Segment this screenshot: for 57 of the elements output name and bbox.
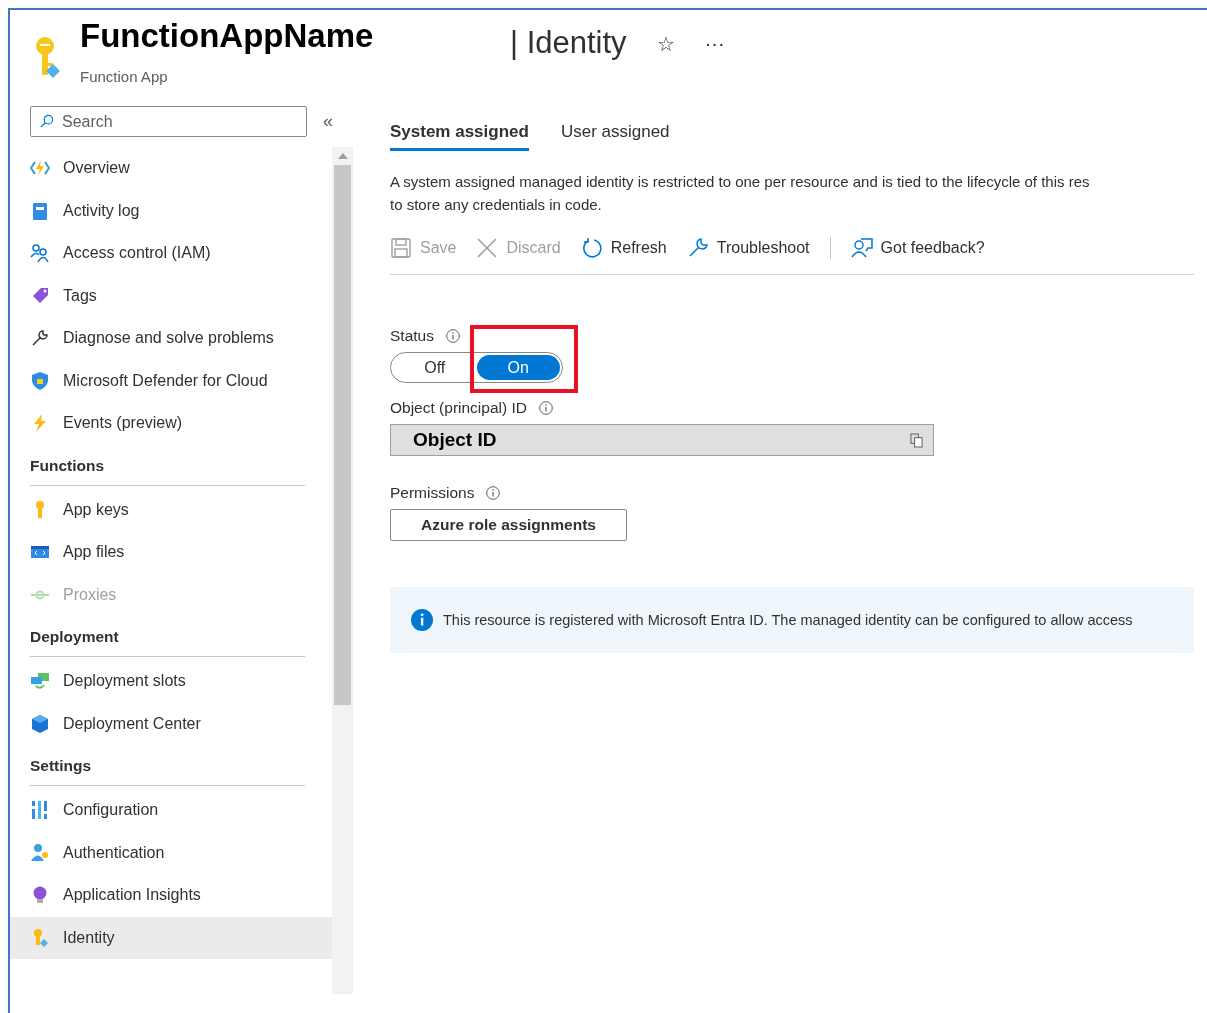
nav-item[interactable]: Events (preview) bbox=[10, 402, 332, 445]
slots-icon bbox=[30, 671, 50, 692]
nav-item[interactable]: Activity log bbox=[10, 189, 332, 232]
tab[interactable]: User assigned bbox=[560, 108, 670, 151]
info-icon bbox=[486, 486, 501, 500]
nav-item[interactable]: Diagnose and solve problems bbox=[10, 317, 332, 360]
search-field[interactable]: Search bbox=[30, 106, 307, 137]
nav-item[interactable]: App keys bbox=[10, 488, 332, 531]
info-icon bbox=[411, 609, 433, 631]
feedback-button[interactable]: Got feedback? bbox=[850, 237, 985, 259]
nav-item[interactable]: Overview bbox=[10, 147, 332, 190]
field-label: Status bbox=[390, 327, 434, 345]
collapse-button[interactable]: « bbox=[323, 111, 333, 132]
close-icon bbox=[476, 237, 499, 259]
info-icon bbox=[538, 401, 553, 415]
description-text: A system assigned managed identity is restricted to one per resource and is tied to the lifecycle of this res to store any credentials in code. bbox=[390, 172, 1091, 215]
nav-item[interactable]: Deployment slots bbox=[10, 660, 332, 703]
scrollbar[interactable] bbox=[332, 147, 353, 994]
toggle-option[interactable]: Off bbox=[393, 355, 477, 380]
section-heading: Settings bbox=[30, 755, 305, 786]
nav-item[interactable]: Configuration bbox=[10, 789, 332, 832]
info-text: This resource is registered with Microsoft Entra ID. The managed identity can be configured to allow access bbox=[443, 612, 1133, 628]
nav-item[interactable]: Identity bbox=[10, 916, 332, 959]
info-icon bbox=[445, 329, 460, 343]
feedback-icon bbox=[850, 237, 873, 259]
toggle-option[interactable]: On bbox=[476, 355, 560, 380]
save-icon bbox=[390, 237, 412, 259]
role-assignments-button[interactable]: Azure role assignments bbox=[390, 509, 627, 541]
shield-icon bbox=[30, 370, 50, 391]
section-heading: Deployment bbox=[30, 626, 305, 657]
nav-item[interactable]: Access control (IAM) bbox=[10, 232, 332, 275]
nav-item[interactable]: Tags bbox=[10, 274, 332, 317]
refresh-icon bbox=[580, 237, 603, 259]
sliders-icon bbox=[30, 800, 50, 821]
people-icon bbox=[30, 243, 50, 264]
toolbar-button[interactable]: Troubleshoot bbox=[686, 237, 810, 259]
nav-item[interactable]: Microsoft Defender for Cloud bbox=[10, 359, 332, 402]
tab[interactable]: System assigned bbox=[390, 108, 529, 151]
nav-item[interactable]: Authentication bbox=[10, 831, 332, 874]
user-key-icon bbox=[30, 842, 50, 863]
section-heading: Functions bbox=[30, 454, 305, 486]
search-icon bbox=[39, 114, 54, 129]
copy-icon[interactable] bbox=[910, 432, 923, 448]
field-label: Object (principal) ID bbox=[390, 399, 527, 417]
more-button[interactable]: ··· bbox=[704, 32, 725, 55]
nav-item[interactable]: App files bbox=[10, 531, 332, 574]
nav-item[interactable]: Deployment Center bbox=[10, 702, 332, 745]
cube-icon bbox=[30, 713, 50, 734]
field-label: Permissions bbox=[390, 484, 475, 502]
resource-title: FunctionAppName bbox=[80, 16, 375, 56]
favorite-button[interactable]: ☆ bbox=[656, 32, 675, 56]
resource-type: Function App bbox=[80, 68, 169, 85]
object-id-field[interactable]: Object ID bbox=[390, 424, 934, 456]
log-book-icon bbox=[30, 200, 50, 221]
nav-item[interactable]: Application Insights bbox=[10, 874, 332, 917]
page-title: | Identity bbox=[510, 25, 627, 61]
toolbar-button[interactable]: Refresh bbox=[580, 237, 667, 259]
